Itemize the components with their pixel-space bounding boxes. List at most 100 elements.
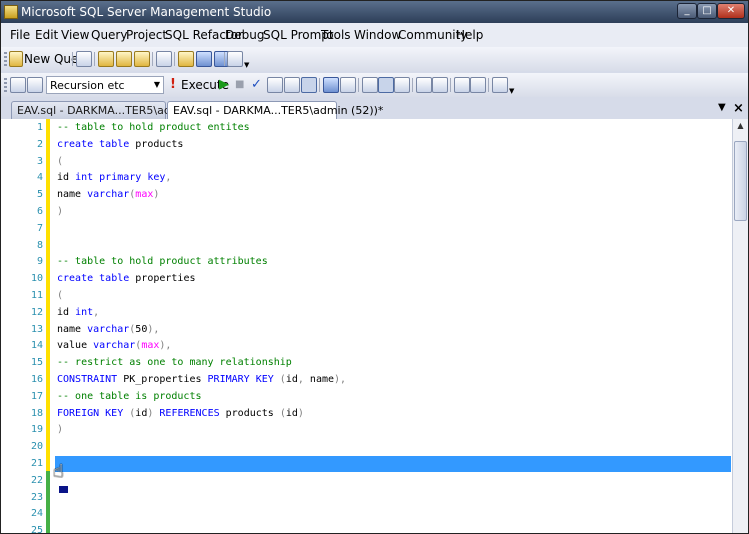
display-estimated-plan-icon[interactable] [267,77,283,93]
code-token: FOREIGN KEY [57,407,124,419]
tab-eav-sql-53[interactable]: EAV.sql - DARKMA...TER5\admin (53)) [11,101,222,119]
decrease-indent-icon[interactable] [454,77,470,93]
code-token: primary key [99,172,166,184]
code-token: ), [159,340,172,352]
results-to-text-icon[interactable] [362,77,378,93]
toolbar-grip[interactable] [4,78,7,92]
line-number: 22 [30,474,43,486]
results-grid-icon[interactable] [378,77,394,93]
code-line: create table properties [57,271,196,288]
code-token: table [99,273,130,285]
code-token: PRIMARY KEY [207,374,274,385]
cancel-query-icon[interactable]: ■ [235,77,244,93]
line-number: 16 [30,374,43,385]
save-icon[interactable] [196,51,212,67]
activity-monitor-icon[interactable] [227,51,243,67]
close-button[interactable]: ✕ [717,3,745,19]
new-query-icon [9,51,23,67]
results-to-file-icon[interactable] [394,77,410,93]
menu-view[interactable]: View [61,28,89,42]
tab-eav-sql-52[interactable]: EAV.sql - DARKMA...TER5\admin (52))* [167,101,383,119]
parse-icon[interactable]: ✓ [251,77,262,93]
include-actual-plan-icon[interactable] [340,77,356,93]
code-token: id [285,374,298,385]
intellisense-icon[interactable] [323,77,339,93]
scrollbar-thumb[interactable] [734,141,747,221]
connect-icon[interactable] [10,77,26,93]
standard-toolbar: New Query ▼ [1,47,748,71]
open-file-icon[interactable] [178,51,194,67]
comment-out-icon[interactable] [416,77,432,93]
code-token: ) [153,189,160,201]
toolbar-separator [94,52,95,66]
code-token: ) [57,206,64,217]
menu-tools[interactable]: Tools [321,28,351,42]
increase-indent-icon[interactable] [470,77,486,93]
code-line: -- one table is products [57,389,202,406]
database-name: Recursion etc [50,79,125,92]
toolbar-overflow-icon[interactable]: ▼ [509,83,514,99]
sql-editor[interactable]: 1 2 3 4 5 6 7 8 9 10 11 12 13 14 15 16 17 18 19 20 21 22 23 24 2… [1,119,732,533]
code-token: id [57,306,76,318]
mdx-query-icon[interactable] [134,51,150,67]
active-files-dropdown-icon[interactable]: ▼ [718,102,726,113]
code-token: varchar [87,189,130,201]
code-token: id [57,172,76,184]
code-token: table [99,138,130,150]
maximize-button[interactable]: □ [697,3,717,19]
available-databases-select[interactable]: Recursion etc ▼ [46,76,164,94]
code-token: , [165,172,172,184]
database-engine-query-icon[interactable] [98,51,114,67]
debug-run-icon[interactable]: ▶ [219,77,229,93]
line-number: 8 [36,239,43,251]
query-designer-icon[interactable] [284,77,300,93]
saved-change-bar [46,471,50,533]
line-number: 13 [30,323,43,335]
chevron-down-icon: ▼ [153,80,160,89]
menu-query[interactable]: Query [91,28,127,42]
minimize-button[interactable]: _ [677,3,697,19]
line-number: 6 [36,206,43,217]
menu-project[interactable]: Project [126,28,167,42]
toolbar-grip[interactable] [4,52,7,66]
toolbar-overflow-icon[interactable]: ▼ [244,57,249,73]
line-number: 1 [36,122,43,133]
change-connection-icon[interactable] [27,77,43,93]
specify-template-values-icon[interactable] [492,77,508,93]
code-token: -- table to hold product entites [57,122,250,133]
menu-debug[interactable]: Debug [225,28,264,42]
menu-file[interactable]: File [10,28,30,42]
code-line: CONSTRAINT PK_properties PRIMARY KEY (id… [57,372,346,389]
vertical-scrollbar[interactable]: ▲ [732,119,748,533]
code-token: , [93,306,100,318]
toolbar-separator [358,78,359,92]
new-file-icon[interactable] [76,51,92,67]
line-number: 25 [30,525,43,534]
analysis-services-query-icon[interactable] [116,51,132,67]
code-line: name varchar(50), [57,322,159,339]
code-line: -- table to hold product attributes [57,254,268,271]
code-line: -- table to hold product entites [57,120,250,137]
uncomment-icon[interactable] [432,77,448,93]
code-token: id [135,407,148,419]
menu-edit[interactable]: Edit [35,28,58,42]
code-token: name [57,323,88,335]
close-tab-icon[interactable]: × [733,101,744,116]
ssms-app-icon [4,5,18,19]
new-project-icon[interactable] [156,51,172,67]
code-line: ) [57,422,63,439]
code-token: ( [57,290,64,301]
code-line: name varchar(max) [57,187,159,204]
code-token: varchar [87,323,130,335]
scroll-up-icon[interactable]: ▲ [733,119,748,133]
document-tab-strip: EAV.sql - DARKMA...TER5\admin (53)) EAV.… [1,99,748,119]
execute-icon: ! [170,77,176,92]
results-to-grid-icon[interactable] [301,77,317,93]
menu-help[interactable]: Help [456,28,483,42]
code-token: -- restrict as one to many relationship [57,357,292,369]
code-token: ) [57,424,64,436]
toolbar-separator [412,78,413,92]
code-token: value [57,340,94,352]
menu-window[interactable]: Window [354,28,401,42]
line-number: 20 [30,441,43,453]
